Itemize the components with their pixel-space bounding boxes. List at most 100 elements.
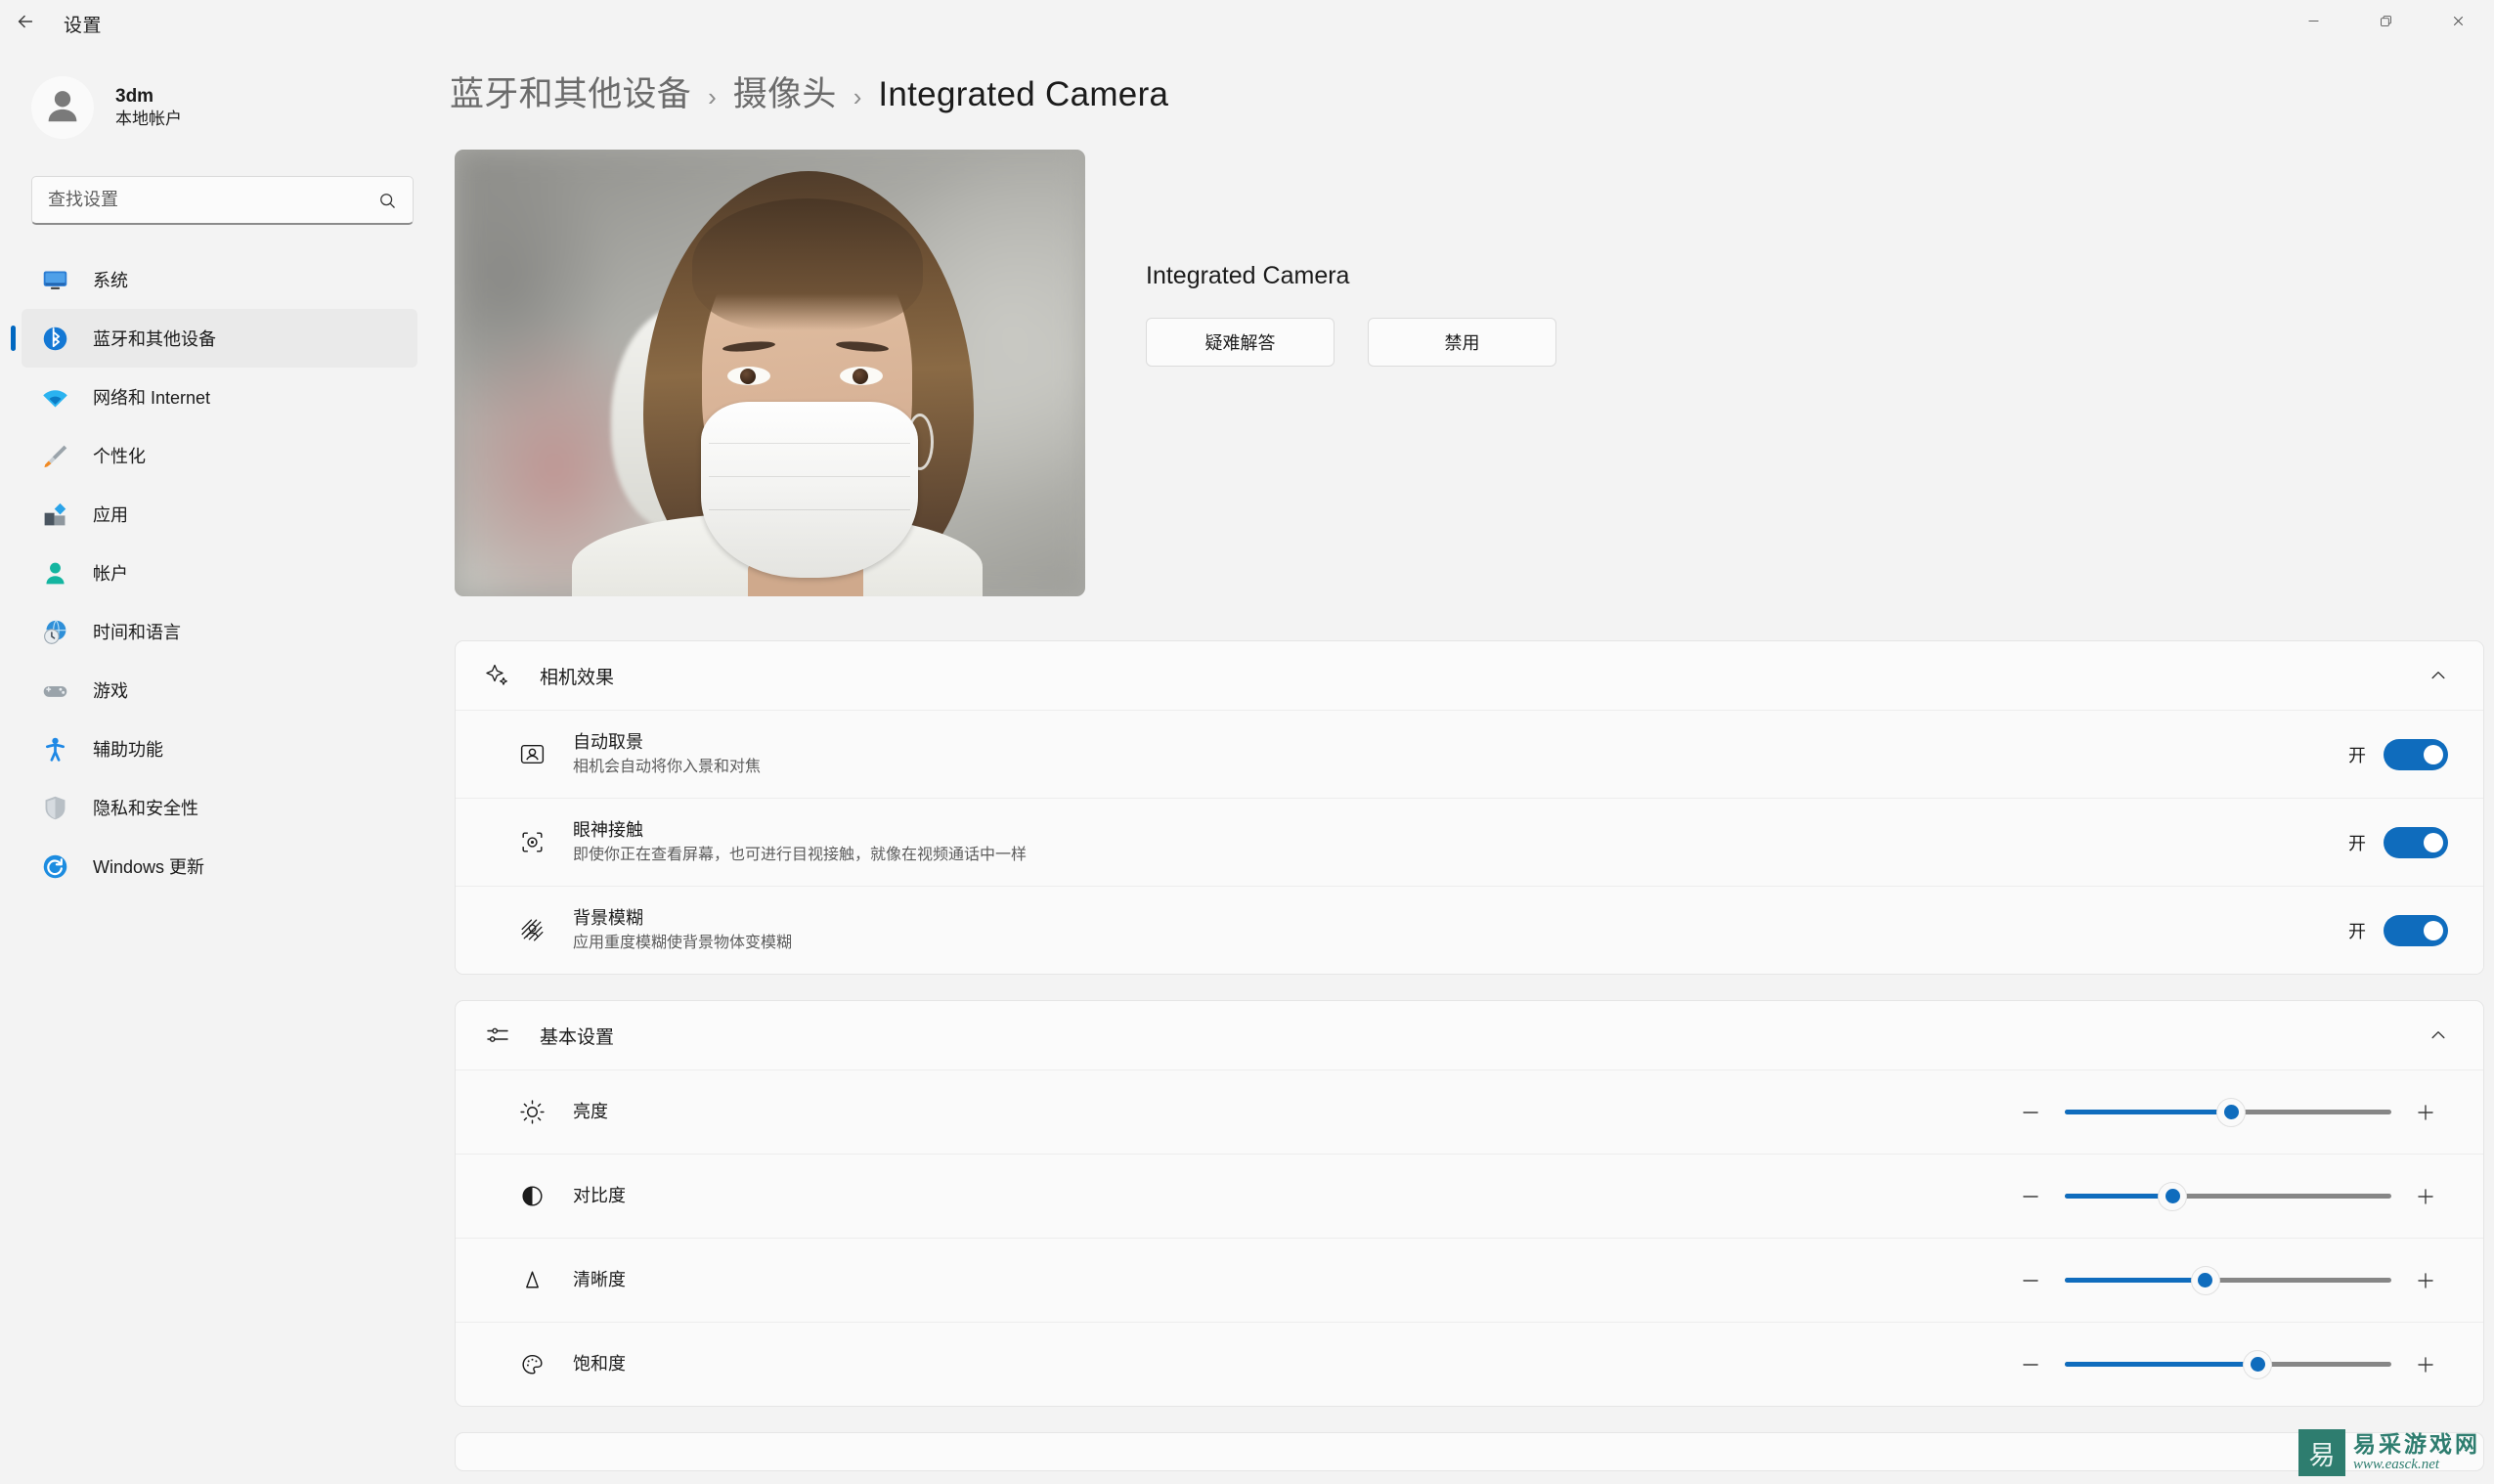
plus-icon[interactable] — [2403, 1174, 2448, 1219]
saturation-slider[interactable] — [2065, 1349, 2391, 1379]
basic-settings-header[interactable]: 基本设置 — [456, 1001, 2483, 1069]
sparkle-icon — [481, 659, 514, 692]
app-title: 设置 — [64, 15, 103, 36]
camera-info: Integrated Camera 疑难解答 禁用 — [1146, 150, 1556, 367]
minus-icon[interactable] — [2008, 1258, 2053, 1303]
brightness-sun-icon — [514, 1095, 549, 1130]
restore-icon — [2378, 13, 2394, 34]
minus-icon[interactable] — [2008, 1342, 2053, 1387]
brightness-slider[interactable] — [2065, 1097, 2391, 1127]
sidebar-item-apps[interactable]: 应用 — [22, 485, 417, 544]
update-refresh-icon — [39, 851, 70, 882]
account-person-icon — [39, 557, 70, 589]
sidebar-item-label: 应用 — [93, 505, 128, 525]
sidebar-item-system[interactable]: 系统 — [22, 250, 417, 309]
sliders-icon — [481, 1019, 514, 1052]
auto-framing-toggle[interactable] — [2384, 738, 2448, 770]
camera-preview — [455, 150, 1085, 596]
page-title: Integrated Camera — [878, 75, 1169, 113]
plus-icon[interactable] — [2403, 1090, 2448, 1135]
sidebar-item-accessibility[interactable]: 辅助功能 — [22, 720, 417, 778]
sidebar-item-personalization[interactable]: 个性化 — [22, 426, 417, 485]
eye-contact-toggle[interactable] — [2384, 826, 2448, 858]
shield-icon — [39, 792, 70, 823]
sharpness-slider[interactable] — [2065, 1265, 2391, 1295]
toggle-state-label: 开 — [2348, 833, 2366, 853]
camera-name: Integrated Camera — [1146, 262, 1350, 289]
close-button[interactable] — [2422, 0, 2494, 47]
effect-title: 自动取景 — [573, 732, 643, 753]
contrast-thumb — [2158, 1181, 2188, 1211]
basic-settings-title: 基本设置 — [540, 1026, 615, 1048]
effect-description: 即使你正在查看屏幕，也可进行目视接触，就像在视频通话中一样 — [573, 847, 1028, 864]
breadcrumb-link-bluetooth[interactable]: 蓝牙和其他设备 — [450, 66, 691, 116]
troubleshoot-button[interactable]: 疑难解答 — [1146, 318, 1335, 367]
slider-title: 亮度 — [573, 1102, 608, 1122]
close-icon — [2450, 13, 2467, 34]
eye-contact-icon — [514, 825, 549, 860]
next-settings-card — [455, 1432, 2484, 1471]
basic-settings-card: 基本设置 亮度 对比度 清晰度 饱和度 — [455, 1000, 2484, 1407]
contrast-slider[interactable] — [2065, 1181, 2391, 1211]
user-avatar-icon — [40, 83, 85, 133]
plus-icon[interactable] — [2403, 1342, 2448, 1387]
sidebar-item-label: 帐户 — [93, 564, 128, 584]
sidebar-item-label: 蓝牙和其他设备 — [93, 329, 216, 349]
camera-effects-header[interactable]: 相机效果 — [456, 641, 2483, 710]
contrast-circle-icon — [514, 1179, 549, 1214]
search-box[interactable] — [31, 176, 414, 225]
slider-title: 对比度 — [573, 1186, 626, 1206]
sidebar-item-network-internet[interactable]: 网络和 Internet — [22, 368, 417, 426]
effect-title: 眼神接触 — [573, 820, 643, 841]
search-icon — [377, 191, 397, 210]
slider-title: 清晰度 — [573, 1270, 626, 1290]
sharpness-triangle-icon — [514, 1263, 549, 1298]
background-blur-toggle-wrap: 开 — [2348, 914, 2448, 946]
camera-effects-title: 相机效果 — [540, 667, 615, 688]
breadcrumb-separator: › — [708, 82, 717, 111]
sidebar-item-privacy-security[interactable]: 隐私和安全性 — [22, 778, 417, 837]
chevron-up-icon[interactable] — [2428, 666, 2448, 685]
toggle-state-label: 开 — [2348, 745, 2366, 765]
clock-globe-icon — [39, 616, 70, 647]
sidebar-item-time-language[interactable]: 时间和语言 — [22, 602, 417, 661]
sidebar-item-accounts[interactable]: 帐户 — [22, 544, 417, 602]
minimize-button[interactable] — [2277, 0, 2349, 47]
eye-contact-toggle-wrap: 开 — [2348, 826, 2448, 858]
back-button[interactable] — [0, 0, 51, 47]
plus-icon[interactable] — [2403, 1258, 2448, 1303]
bluetooth-icon — [39, 323, 70, 354]
camera-effects-card: 相机效果 自动取景 相机会自动将你入景和对焦 开 眼神接触 即使你正在查看屏幕，… — [455, 640, 2484, 975]
brightness-thumb — [2216, 1097, 2247, 1127]
sidebar-item-bluetooth-devices[interactable]: 蓝牙和其他设备 — [22, 309, 417, 368]
minus-icon[interactable] — [2008, 1174, 2053, 1219]
paintbrush-icon — [39, 440, 70, 471]
sidebar-nav: 系统 蓝牙和其他设备 网络和 Internet 个性化 应用 帐户 时间和语言 … — [0, 250, 445, 895]
background-blur-toggle[interactable] — [2384, 914, 2448, 946]
sidebar-item-windows-update[interactable]: Windows 更新 — [22, 837, 417, 895]
gamepad-icon — [39, 675, 70, 706]
sidebar-item-label: 时间和语言 — [93, 623, 181, 642]
background-blur-icon — [514, 913, 549, 948]
effect-row-auto-framing: 自动取景 相机会自动将你入景和对焦 开 — [456, 710, 2483, 798]
camera-actions: 疑难解答 禁用 — [1146, 318, 1556, 367]
apps-icon — [39, 499, 70, 530]
saturation-palette-icon — [514, 1347, 549, 1382]
chevron-up-icon[interactable] — [2428, 1026, 2448, 1045]
main-content: 蓝牙和其他设备 › 摄像头 › Integrated Camera Integr… — [445, 47, 2494, 1484]
minus-icon[interactable] — [2008, 1090, 2053, 1135]
account-block[interactable]: 3dm 本地帐户 — [0, 59, 445, 156]
sidebar-item-label: 网络和 Internet — [93, 388, 211, 408]
effect-description: 应用重度模糊使背景物体变模糊 — [573, 935, 793, 952]
slider-row-brightness: 亮度 — [456, 1069, 2483, 1154]
effect-title: 背景模糊 — [573, 908, 643, 929]
saturation-thumb — [2243, 1349, 2273, 1379]
minimize-icon — [2305, 13, 2322, 34]
slider-row-contrast: 对比度 — [456, 1154, 2483, 1238]
disable-button[interactable]: 禁用 — [1368, 318, 1556, 367]
breadcrumb-link-cameras[interactable]: 摄像头 — [733, 66, 837, 116]
saturation-fill — [2065, 1362, 2258, 1367]
search-input[interactable] — [48, 190, 377, 210]
restore-button[interactable] — [2349, 0, 2422, 47]
sidebar-item-gaming[interactable]: 游戏 — [22, 661, 417, 720]
